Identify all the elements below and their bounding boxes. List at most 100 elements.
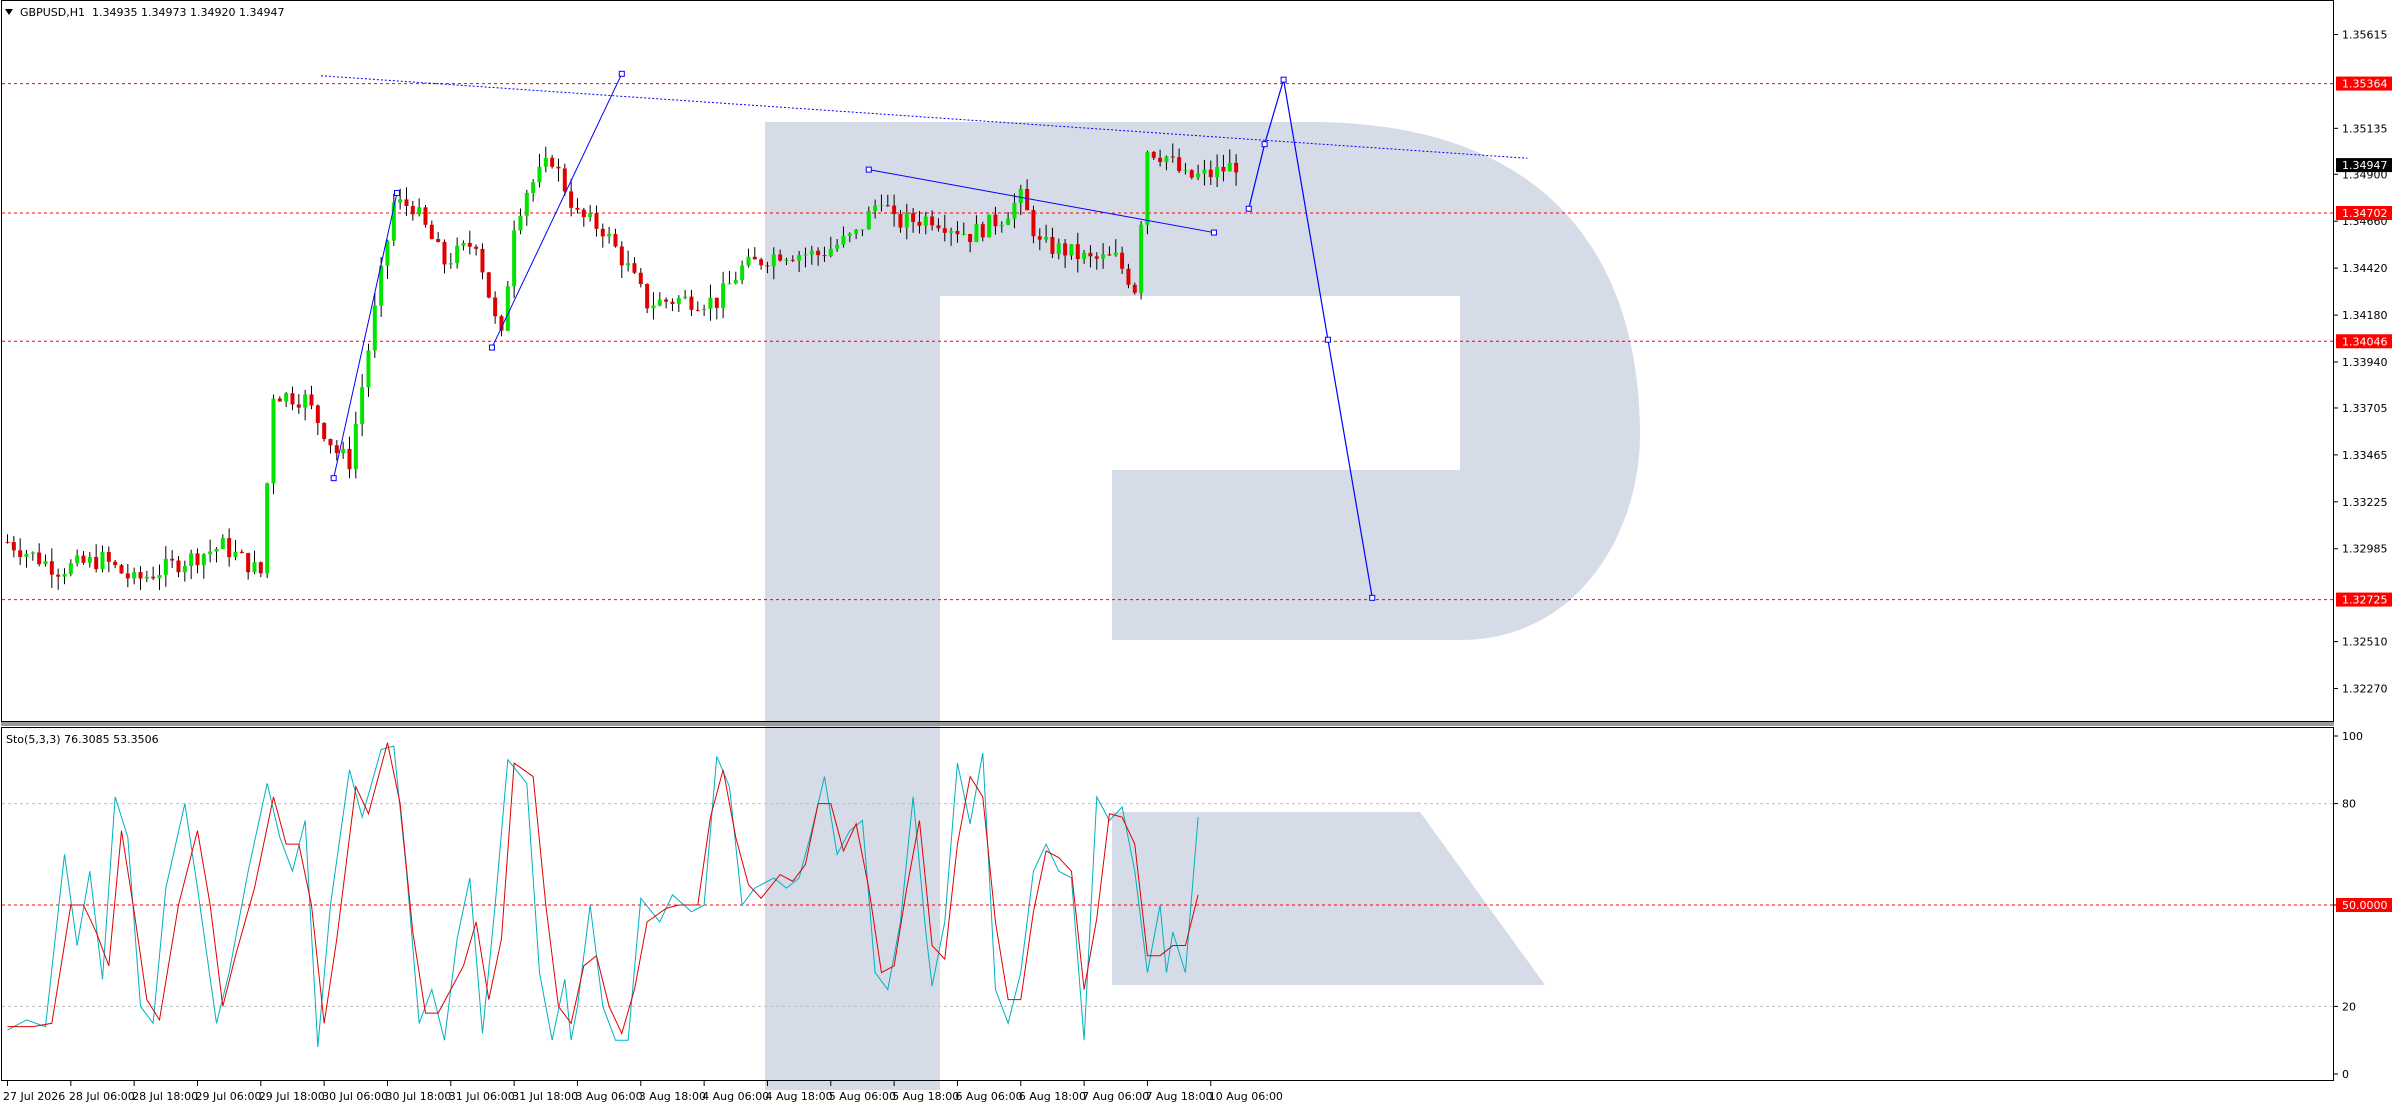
trendline-anchor[interactable] — [393, 190, 400, 197]
current-price-label: 1.34947 — [2342, 159, 2388, 172]
forecast-point[interactable] — [1245, 205, 1252, 212]
candle-bull — [847, 233, 852, 236]
candle-bear — [480, 248, 485, 273]
candle-bear — [632, 263, 637, 273]
candle-bear — [1170, 156, 1175, 158]
time-tick-label: 3 Aug 06:00 — [575, 1090, 642, 1103]
symbol-label: GBPUSD,H1 — [20, 6, 85, 19]
candle-bear — [550, 157, 555, 167]
candle-bull — [531, 182, 536, 193]
candle-bull — [265, 483, 270, 574]
candle-bull — [657, 299, 662, 306]
candle-bull — [303, 394, 308, 408]
candle-bear — [613, 234, 618, 247]
candle-bull — [524, 192, 529, 216]
candle-bear — [1075, 244, 1080, 260]
price-tick-label: 1.33940 — [2342, 356, 2388, 369]
candle-bear — [594, 213, 599, 229]
candle-bull — [353, 424, 358, 470]
time-tick-label: 4 Aug 06:00 — [702, 1090, 769, 1103]
candle-bull — [75, 555, 80, 564]
candle-bull — [1164, 156, 1169, 163]
candle-bull — [417, 207, 422, 215]
candle-bull — [866, 210, 871, 230]
candle-bull — [854, 229, 859, 234]
candle-bull — [1227, 162, 1232, 172]
candle-bull — [708, 297, 713, 309]
candle-bear — [322, 423, 327, 439]
candle-bear — [670, 301, 675, 304]
candle-bear — [467, 242, 472, 247]
forecast-point[interactable] — [1280, 76, 1287, 83]
candle-bull — [1202, 169, 1207, 174]
candle-bear — [94, 556, 99, 570]
price-tick-label: 1.33705 — [2342, 402, 2388, 415]
candle-bear — [575, 207, 580, 210]
candle-bear — [436, 239, 441, 242]
candle-bear — [1050, 236, 1055, 254]
candle-bull — [987, 214, 992, 238]
stoch-tick-label: 80 — [2342, 798, 2356, 811]
candle-bull — [182, 566, 187, 573]
candle-bear — [113, 561, 118, 566]
candle-bull — [809, 250, 814, 255]
stoch-tick-label: 100 — [2342, 730, 2363, 743]
level-price-label: 1.35364 — [2342, 78, 2388, 91]
candle-bear — [56, 574, 61, 577]
candle-bear — [936, 225, 941, 229]
forecast-point[interactable] — [1324, 336, 1331, 343]
stoch-tick-label: 50.0000 — [2342, 899, 2388, 912]
candle-bear — [474, 246, 479, 249]
time-tick-label: 31 Jul 06:00 — [449, 1090, 515, 1103]
time-tick-label: 28 Jul 06:00 — [69, 1090, 135, 1103]
forecast-point[interactable] — [1369, 594, 1376, 601]
candle-bear — [296, 404, 301, 408]
trendline-anchor[interactable] — [865, 166, 872, 173]
chart-canvas[interactable]: 1.356151.351351.349001.346601.344201.341… — [0, 0, 2396, 1110]
trendline-anchor[interactable] — [618, 70, 625, 77]
trendline-anchor[interactable] — [330, 475, 337, 482]
candle-bull — [1215, 166, 1220, 178]
candle-bear — [885, 205, 890, 207]
candle-bear — [1025, 188, 1030, 211]
candle-bear — [581, 209, 586, 218]
candle-bull — [68, 563, 73, 574]
candle-bear — [347, 448, 352, 470]
candle-bull — [144, 576, 149, 579]
trendline-anchor[interactable] — [488, 344, 495, 351]
candle-bull — [271, 398, 276, 484]
candle-bull — [961, 233, 966, 235]
time-tick-label: 7 Aug 06:00 — [1082, 1090, 1149, 1103]
time-tick-label: 28 Jul 18:00 — [132, 1090, 198, 1103]
candle-bull — [1196, 173, 1201, 178]
candle-bull — [702, 308, 707, 311]
candle-bull — [537, 166, 542, 183]
candle-bull — [974, 224, 979, 243]
candle-bear — [493, 297, 498, 317]
candle-bear — [942, 228, 947, 233]
level-price-label: 1.34702 — [2342, 207, 2388, 220]
candle-bear — [898, 214, 903, 228]
candle-bull — [588, 213, 593, 218]
candle-bull — [201, 554, 206, 566]
candle-bear — [645, 284, 650, 309]
candle-bull — [784, 259, 789, 261]
candle-bear — [968, 233, 973, 243]
candle-bull — [683, 296, 688, 299]
candle-bear — [410, 206, 415, 215]
candle-bull — [923, 216, 928, 226]
candle-bull — [771, 254, 776, 267]
price-axis[interactable]: 1.356151.351351.349001.346601.344201.341… — [2334, 28, 2392, 696]
time-tick-label: 5 Aug 18:00 — [892, 1090, 959, 1103]
price-tick-label: 1.32510 — [2342, 636, 2388, 649]
trendline-anchor[interactable] — [1210, 229, 1217, 236]
candle-bear — [49, 561, 54, 575]
candle-bull — [233, 551, 238, 558]
candle-bull — [841, 235, 846, 245]
forecast-point[interactable] — [1261, 141, 1268, 148]
candle-bear — [911, 213, 916, 222]
candle-bear — [429, 224, 434, 240]
candle-bull — [372, 305, 377, 351]
candle-bull — [626, 263, 631, 266]
candle-bull — [999, 224, 1004, 227]
